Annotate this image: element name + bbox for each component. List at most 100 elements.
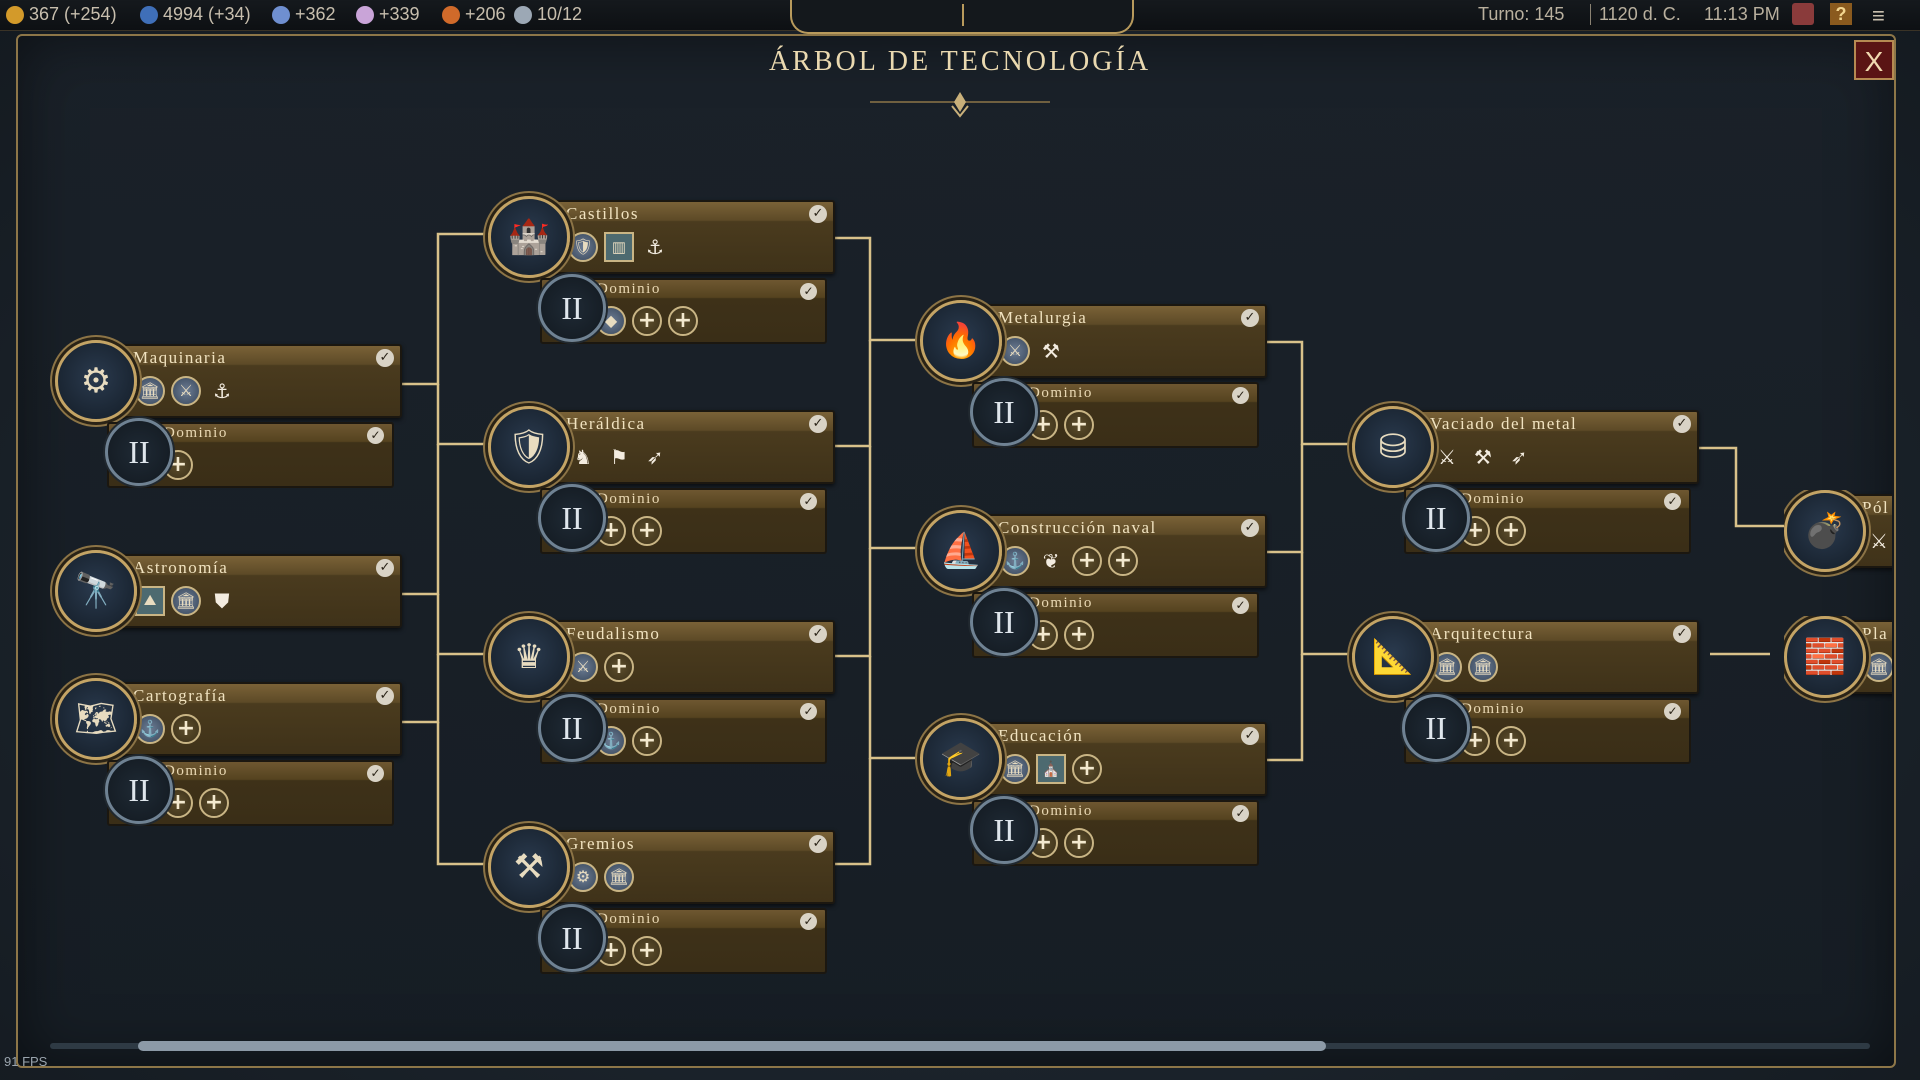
unit-unlock-icon[interactable]: 🏛 <box>171 586 201 616</box>
mastery-card[interactable]: Dominio ✓ + + II <box>538 904 827 974</box>
ability-unlock-icon[interactable]: ➶ <box>1504 442 1534 472</box>
ability-unlock-icon[interactable]: ➶ <box>640 442 670 472</box>
tech-node-educacion[interactable]: Educación ✓ 🏛 ⛪ + 🎓 Dominio ✓ + + II <box>920 718 1267 866</box>
bonus-plus-icon[interactable]: + <box>1072 754 1102 784</box>
building-unlock-icon[interactable]: ⛰ <box>135 586 165 616</box>
tech-card[interactable]: Metalurgia ✓ ⚔ ⚒ <box>958 304 1267 378</box>
unit-unlock-icon[interactable]: 🏛 <box>1432 652 1462 682</box>
map-icon[interactable]: 🗺 <box>55 678 137 760</box>
mastery-roman-numeral-icon[interactable]: II <box>1402 694 1470 762</box>
bonus-plus-icon[interactable]: + <box>604 652 634 682</box>
mastery-roman-numeral-icon[interactable]: II <box>538 274 606 342</box>
castle-icon[interactable]: 🏰 <box>488 196 570 278</box>
unit-unlock-icon[interactable]: 🏛 <box>1468 652 1498 682</box>
unit-unlock-icon[interactable]: 🏛 <box>1864 652 1892 682</box>
unit-unlock-icon[interactable]: 🏛 <box>135 376 165 406</box>
ability-unlock-icon[interactable]: ⚒ <box>1468 442 1498 472</box>
bonus-plus-icon[interactable]: + <box>1108 546 1138 576</box>
tech-node-feudalismo[interactable]: Feudalismo ✓ ⚔ + ♛ Dominio ✓ ⚓ + II <box>488 616 835 764</box>
building-unlock-icon[interactable]: ▥ <box>604 232 634 262</box>
bonus-plus-icon[interactable]: + <box>1072 546 1102 576</box>
tech-node-castillos[interactable]: Castillos ✓ 🛡 ▥ ⚓ 🏰 Dominio ✓ ◆ + + II <box>488 196 835 344</box>
mastery-roman-numeral-icon[interactable]: II <box>538 484 606 552</box>
mastery-card[interactable]: Dominio ✓ + + II <box>1402 484 1691 554</box>
tech-node-metalurgia[interactable]: Metalurgia ✓ ⚔ ⚒ 🔥 Dominio ✓ + + II <box>920 300 1267 448</box>
unit-unlock-icon[interactable]: ⚙ <box>568 862 598 892</box>
tech-card[interactable]: Arquitectura ✓ 🏛 🏛 <box>1390 620 1699 694</box>
ability-unlock-icon[interactable]: ⚑ <box>604 442 634 472</box>
building-unlock-icon[interactable]: ⛪ <box>1036 754 1066 784</box>
forge-icon[interactable]: 🔥 <box>920 300 1002 382</box>
tech-node-gremios[interactable]: Gremios ✓ ⚙ 🏛 ⚒ Dominio ✓ + + II <box>488 826 835 974</box>
hammers-icon[interactable]: ⚒ <box>488 826 570 908</box>
ability-unlock-icon[interactable]: ⚒ <box>1036 336 1066 366</box>
telescope-icon[interactable]: 🔭 <box>55 550 137 632</box>
horizontal-scrollbar-thumb[interactable] <box>138 1041 1326 1051</box>
tech-node-planeacion[interactable]: Pla 🏛 🧱 <box>1784 616 1892 756</box>
ability-unlock-icon[interactable]: ⚔ <box>1432 442 1462 472</box>
tech-node-construccion[interactable]: Construcción naval ✓ ⚓ ❦ + + ⛵ Dominio ✓ + + II <box>920 510 1267 658</box>
tech-card[interactable]: Astronomía ✓ ⛰ 🏛 ⛊ <box>93 554 402 628</box>
bonus-plus-icon[interactable]: + <box>632 726 662 756</box>
tech-card[interactable]: Cartografía ✓ ⚓ + <box>93 682 402 756</box>
mastery-roman-numeral-icon[interactable]: II <box>970 796 1038 864</box>
bonus-plus-icon[interactable]: + <box>632 306 662 336</box>
tech-card[interactable]: Feudalismo ✓ ⚔ + <box>526 620 835 694</box>
bonus-plus-icon[interactable]: + <box>1064 828 1094 858</box>
ability-unlock-icon[interactable]: ❦ <box>1036 546 1066 576</box>
tech-card[interactable]: Construcción naval ✓ ⚓ ❦ + + <box>958 514 1267 588</box>
mastery-roman-numeral-icon[interactable]: II <box>970 588 1038 656</box>
bonus-plus-icon[interactable]: + <box>1496 726 1526 756</box>
tech-card[interactable]: Vaciado del metal ✓ ⚔ ⚒ ➶ <box>1390 410 1699 484</box>
unit-unlock-icon[interactable]: ⚔ <box>568 652 598 682</box>
unit-unlock-icon[interactable]: 🏛 <box>604 862 634 892</box>
ability-unlock-icon[interactable]: ⛊ <box>207 586 237 616</box>
mastery-card[interactable]: Dominio ✓ + + II <box>538 484 827 554</box>
tech-node-vaciado[interactable]: Vaciado del metal ✓ ⚔ ⚒ ➶ ⛁ Dominio ✓ + + II <box>1352 406 1699 554</box>
tech-node-astronomia[interactable]: Astronomía ✓ ⛰ 🏛 ⛊ 🔭 <box>55 550 402 690</box>
scholar-cap-icon[interactable]: 🎓 <box>920 718 1002 800</box>
unit-unlock-icon[interactable]: 🛡 <box>568 232 598 262</box>
unit-unlock-icon[interactable]: ⚔ <box>171 376 201 406</box>
tech-node-cartografia[interactable]: Cartografía ✓ ⚓ + 🗺 Dominio ✓ + + II <box>55 678 402 826</box>
ability-unlock-icon[interactable]: ⚓ <box>640 232 670 262</box>
mastery-roman-numeral-icon[interactable]: II <box>970 378 1038 446</box>
shield-icon[interactable]: 🛡 <box>488 406 570 488</box>
mastery-card[interactable]: Dominio ✓ ⚓ + II <box>538 694 827 764</box>
mastery-roman-numeral-icon[interactable]: II <box>105 756 173 824</box>
mastery-card[interactable]: Dominio ✓ + + II <box>1402 694 1691 764</box>
tech-card[interactable]: Maquinaria ✓ 🏛 ⚔ ⚓ <box>93 344 402 418</box>
mastery-card[interactable]: Dominio ✓ + + II <box>970 378 1259 448</box>
mastery-card[interactable]: Dominio ✓ + + II <box>970 588 1259 658</box>
tech-card[interactable]: Educación ✓ 🏛 ⛪ + <box>958 722 1267 796</box>
mastery-roman-numeral-icon[interactable]: II <box>538 694 606 762</box>
tech-card[interactable]: Gremios ✓ ⚙ 🏛 <box>526 830 835 904</box>
mastery-card[interactable]: Dominio ✓ ◆ + + II <box>538 274 827 344</box>
ship-icon[interactable]: ⛵ <box>920 510 1002 592</box>
compass-icon[interactable]: 📐 <box>1352 616 1434 698</box>
ingots-icon[interactable]: ⛁ <box>1352 406 1434 488</box>
unit-unlock-icon[interactable]: ⚓ <box>1000 546 1030 576</box>
ability-unlock-icon[interactable]: ⚔ <box>1864 526 1892 556</box>
mastery-roman-numeral-icon[interactable]: II <box>105 418 173 486</box>
bonus-plus-icon[interactable]: + <box>632 516 662 546</box>
tech-node-heraldica[interactable]: Heráldica ✓ ♞ ⚑ ➶ 🛡 Dominio ✓ + + II <box>488 406 835 554</box>
bonus-plus-icon[interactable]: + <box>171 714 201 744</box>
mastery-card[interactable]: Dominio ✓ + + II <box>105 756 394 826</box>
bonus-plus-icon[interactable]: + <box>1064 620 1094 650</box>
tech-node-polvora[interactable]: Pól ⚔ 💣 <box>1784 490 1892 630</box>
cannon-icon[interactable]: 💣 <box>1784 490 1866 572</box>
mastery-roman-numeral-icon[interactable]: II <box>1402 484 1470 552</box>
unit-unlock-icon[interactable]: 🏛 <box>1000 754 1030 784</box>
bonus-plus-icon[interactable]: + <box>1496 516 1526 546</box>
tech-node-maquinaria[interactable]: Maquinaria ✓ 🏛 ⚔ ⚓ ⚙ Dominio ✓ + II <box>55 340 402 488</box>
tech-node-arquitectura[interactable]: Arquitectura ✓ 🏛 🏛 📐 Dominio ✓ + + II <box>1352 616 1699 764</box>
ability-unlock-icon[interactable]: ♞ <box>568 442 598 472</box>
unit-unlock-icon[interactable]: ⚔ <box>1000 336 1030 366</box>
mastery-roman-numeral-icon[interactable]: II <box>538 904 606 972</box>
mastery-card[interactable]: Dominio ✓ + + II <box>970 796 1259 866</box>
bonus-plus-icon[interactable]: + <box>632 936 662 966</box>
bonus-plus-icon[interactable]: + <box>199 788 229 818</box>
unit-unlock-icon[interactable]: ⚓ <box>135 714 165 744</box>
bonus-plus-icon[interactable]: + <box>668 306 698 336</box>
